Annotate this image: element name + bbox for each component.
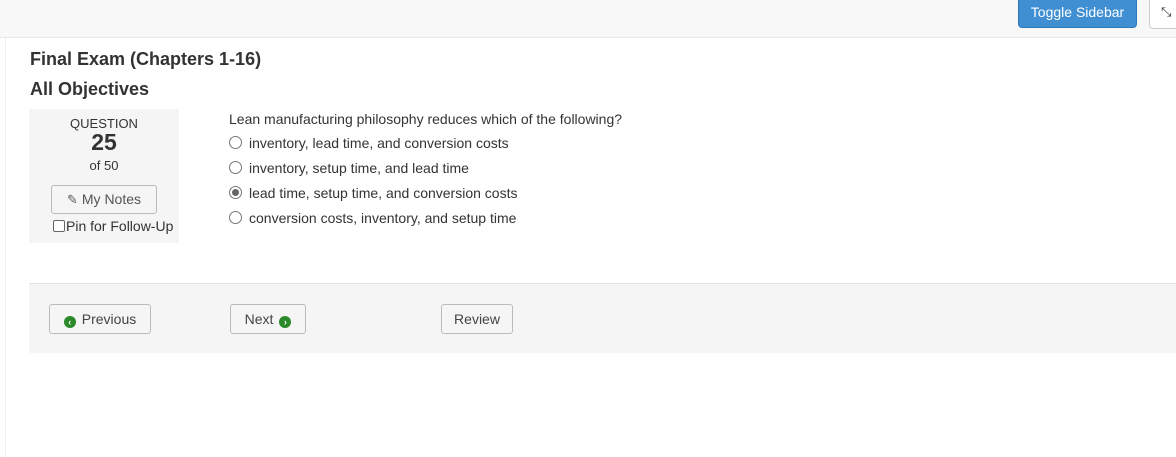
previous-button[interactable]: ‹ Previous xyxy=(49,304,151,334)
top-bar: Toggle Sidebar ⤡ xyxy=(0,0,1176,38)
my-notes-label: My Notes xyxy=(81,191,142,207)
radio-button[interactable] xyxy=(229,211,242,224)
answer-option[interactable]: lead time, setup time, and conversion co… xyxy=(229,180,517,205)
previous-label: Previous xyxy=(81,311,137,327)
exam-title: Final Exam (Chapters 1-16) xyxy=(30,49,262,69)
navigation-bar: ‹ Previous Next › Review xyxy=(29,283,1176,353)
next-label: Next xyxy=(244,311,274,327)
toggle-sidebar-button[interactable]: Toggle Sidebar xyxy=(1018,0,1137,28)
objective-title: All Objectives xyxy=(30,79,150,99)
answer-options: inventory, lead time, and conversion cos… xyxy=(229,130,517,230)
radio-button[interactable] xyxy=(229,161,242,174)
arrow-right-icon: › xyxy=(279,316,292,328)
arrow-left-icon: ‹ xyxy=(63,316,76,328)
answer-option[interactable]: inventory, lead time, and conversion cos… xyxy=(229,130,517,155)
radio-button[interactable] xyxy=(229,136,242,149)
answer-option[interactable]: inventory, setup time, and lead time xyxy=(229,155,517,180)
question-panel: QUESTION 25 of 50 ✎ My Notes Pin for Foll… xyxy=(29,109,179,243)
pin-checkbox[interactable] xyxy=(53,220,65,232)
question-text: Lean manufacturing philosophy reduces wh… xyxy=(229,111,623,127)
answer-label: inventory, setup time, and lead time xyxy=(249,159,469,176)
question-total: of 50 xyxy=(89,158,119,173)
answer-option[interactable]: conversion costs, inventory, and setup t… xyxy=(229,205,517,230)
answer-label: conversion costs, inventory, and setup t… xyxy=(249,209,517,226)
answer-label: inventory, lead time, and conversion cos… xyxy=(249,134,509,151)
compress-button[interactable]: ⤡ xyxy=(1149,0,1176,29)
my-notes-button[interactable]: ✎ My Notes xyxy=(51,185,157,214)
review-label: Review xyxy=(454,311,500,327)
left-divider xyxy=(0,38,6,457)
edit-icon: ✎ xyxy=(66,192,78,207)
pin-follow-up[interactable]: Pin for Follow-Up xyxy=(53,217,173,235)
answer-label: lead time, setup time, and conversion co… xyxy=(249,184,518,201)
question-number: 25 xyxy=(91,129,117,155)
review-button[interactable]: Review xyxy=(441,304,513,334)
compress-icon: ⤡ xyxy=(1161,4,1172,19)
pin-label: Pin for Follow-Up xyxy=(66,218,174,234)
next-button[interactable]: Next › xyxy=(230,304,306,334)
radio-button-selected[interactable] xyxy=(229,186,242,199)
